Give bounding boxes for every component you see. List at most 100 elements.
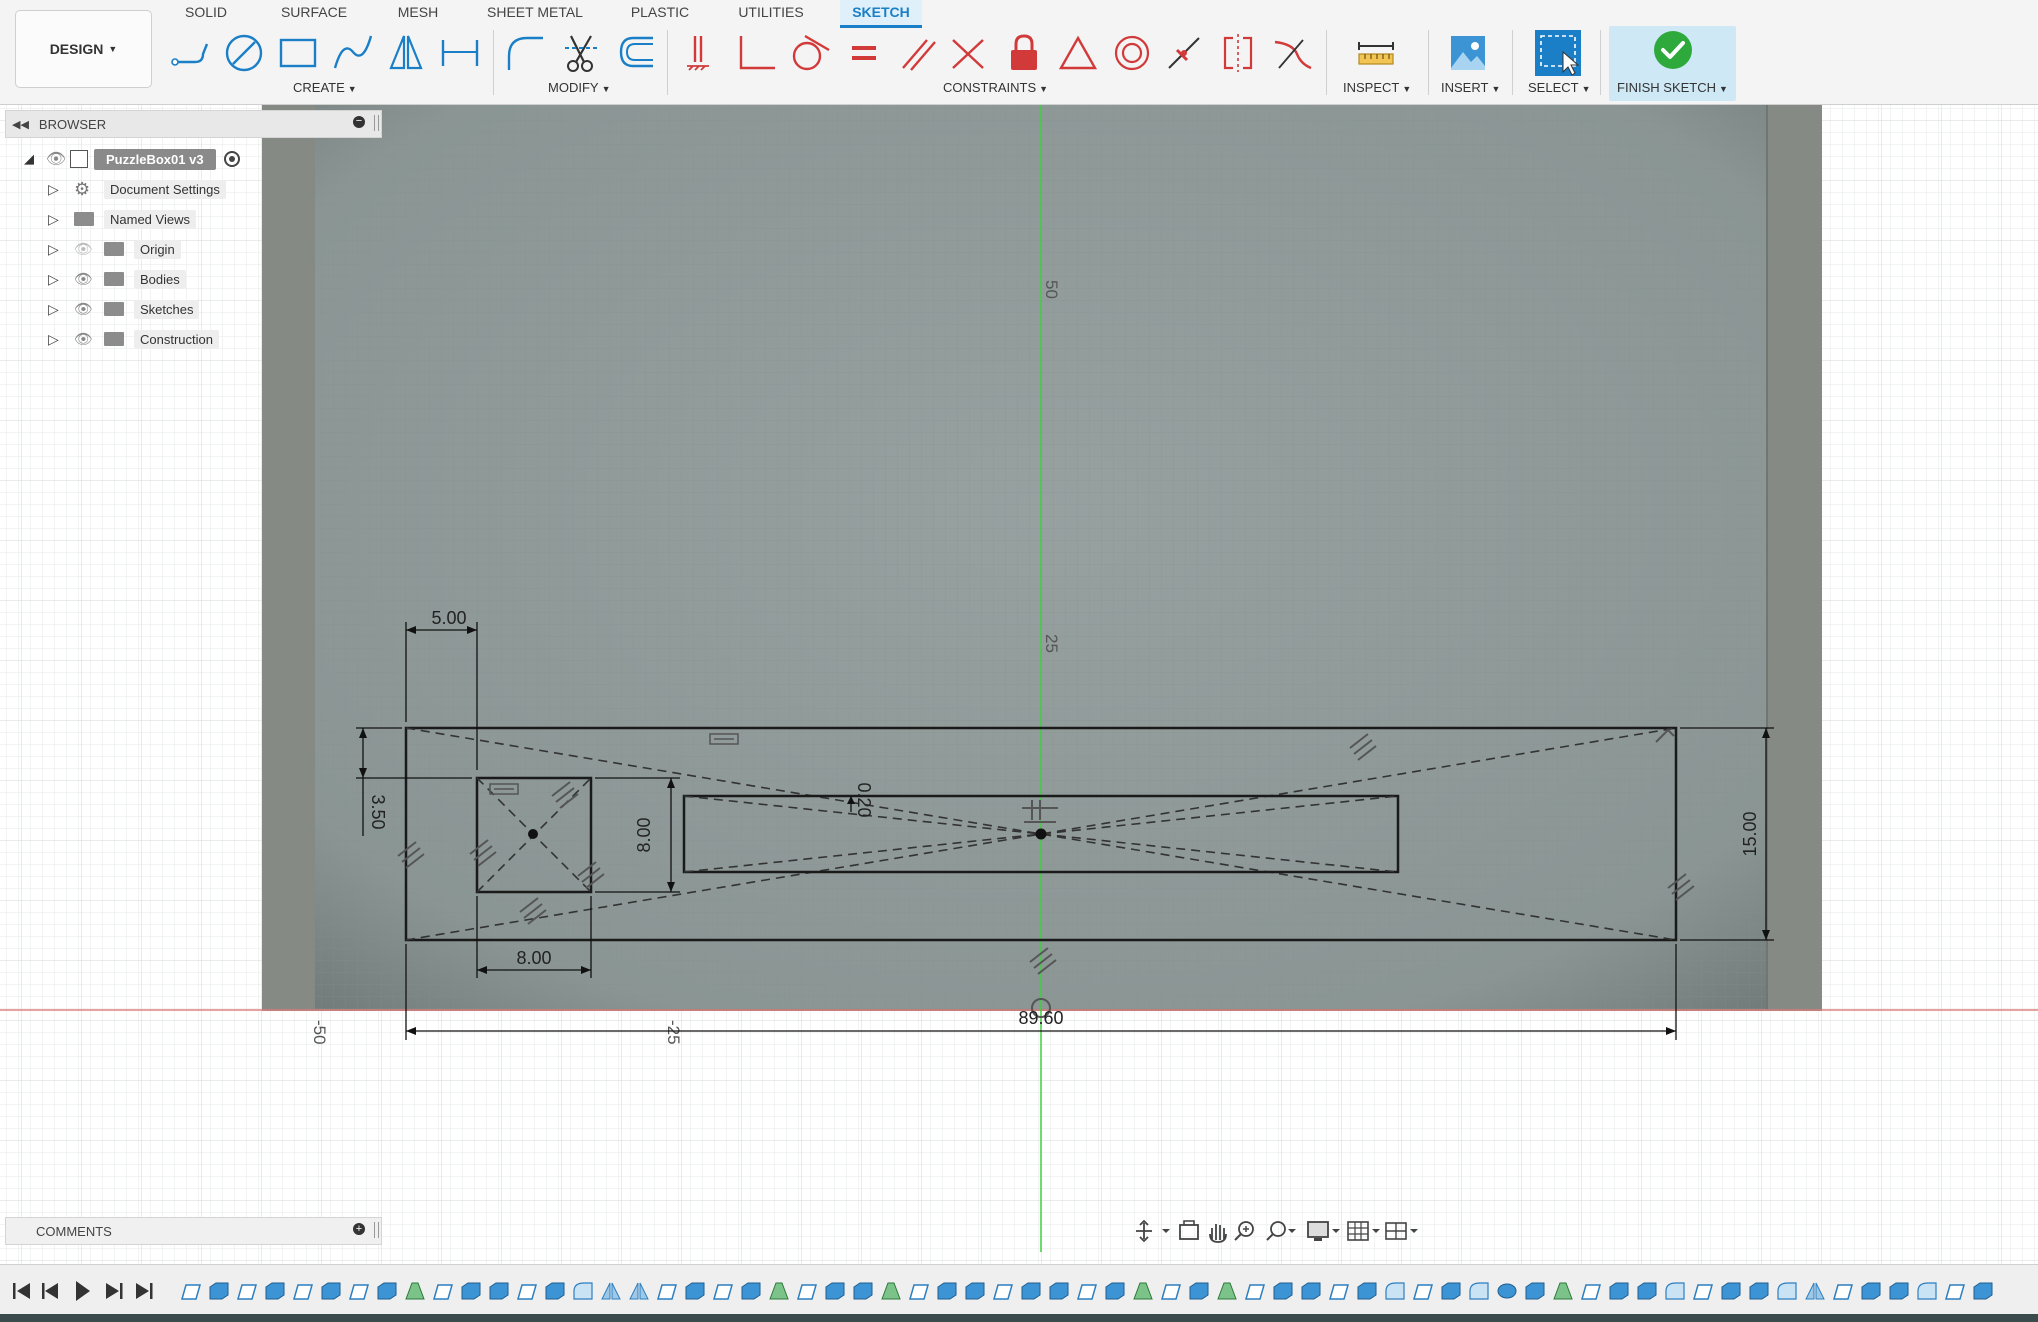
dimension-8-side-label[interactable]: 8.00: [634, 817, 654, 852]
panel-resize-handle[interactable]: [374, 1222, 379, 1238]
timeline-feature-extrude-icon[interactable]: [1889, 1282, 1909, 1300]
zoom-window-icon[interactable]: [1234, 1221, 1254, 1241]
timeline-feature-sketch-icon[interactable]: [1693, 1284, 1713, 1300]
insert-menu[interactable]: INSERT ▼: [1441, 80, 1500, 95]
timeline-feature-extrude-icon[interactable]: [937, 1282, 957, 1300]
activate-radio-icon[interactable]: [223, 151, 240, 167]
step-back-icon[interactable]: [42, 1283, 58, 1299]
eye-icon[interactable]: 👁: [74, 300, 104, 318]
tab-surface[interactable]: SURFACE: [278, 0, 350, 26]
root-component-label[interactable]: PuzzleBox01 v3: [94, 148, 216, 170]
modify-menu[interactable]: MODIFY ▼: [548, 80, 610, 95]
look-at-icon[interactable]: [1179, 1220, 1199, 1240]
line-icon[interactable]: [165, 28, 215, 78]
timeline-feature-extrude-icon[interactable]: [1637, 1282, 1657, 1300]
eye-icon[interactable]: 👁: [42, 149, 70, 169]
timeline-feature-sketch-icon[interactable]: [657, 1284, 677, 1300]
parallel-icon[interactable]: [893, 28, 943, 78]
timeline-feature-extrude-icon[interactable]: [965, 1282, 985, 1300]
workspace-switcher-button[interactable]: DESIGN ▼: [15, 10, 152, 88]
collapse-triangle-icon[interactable]: ◢: [24, 151, 42, 167]
timeline-feature-mirror-icon[interactable]: [629, 1282, 649, 1300]
display-settings-icon[interactable]: [1307, 1221, 1340, 1241]
timeline-feature-extrude-icon[interactable]: [1189, 1282, 1209, 1300]
timeline-feature-extrude-icon[interactable]: [853, 1282, 873, 1300]
dimension-icon[interactable]: [435, 28, 485, 78]
rectangle-icon[interactable]: [273, 28, 323, 78]
collapse-panel-icon[interactable]: ◀◀: [12, 118, 29, 131]
go-to-end-icon[interactable]: [136, 1283, 153, 1299]
timeline-feature-extrude-icon[interactable]: [1721, 1282, 1741, 1300]
lock-icon[interactable]: [999, 28, 1049, 78]
timeline-feature-sketch-icon[interactable]: [1077, 1284, 1097, 1300]
trim-icon[interactable]: [557, 28, 607, 78]
timeline-feature-fillet-icon[interactable]: [1917, 1282, 1937, 1300]
timeline-feature-extrude-icon[interactable]: [489, 1282, 509, 1300]
plus-icon[interactable]: +: [353, 1223, 365, 1235]
expand-triangle-icon[interactable]: ▷: [48, 301, 74, 318]
browser-panel-header[interactable]: ◀◀ BROWSER −: [5, 110, 382, 138]
timeline-feature-sketch-icon[interactable]: [349, 1284, 369, 1300]
finish-sketch-button[interactable]: FINISH SKETCH ▼: [1609, 26, 1736, 101]
insert-image-icon[interactable]: [1443, 28, 1493, 78]
browser-root[interactable]: ◢ 👁 PuzzleBox01 v3: [24, 146, 240, 172]
timeline-feature-sketch-icon[interactable]: [993, 1284, 1013, 1300]
timeline-feature-extrude-icon[interactable]: [1357, 1282, 1377, 1300]
dimension-3-5-label[interactable]: 3.50: [368, 794, 388, 829]
curvature-icon[interactable]: [1267, 28, 1317, 78]
square-center-point[interactable]: [528, 829, 538, 839]
timeline-feature-feature-icon[interactable]: [881, 1282, 901, 1300]
expand-triangle-icon[interactable]: ▷: [48, 241, 74, 258]
select-menu[interactable]: SELECT ▼: [1528, 80, 1591, 95]
timeline-feature-sketch-icon[interactable]: [1581, 1284, 1601, 1300]
tab-sketch[interactable]: SKETCH: [840, 0, 922, 28]
timeline-feature-sketch-icon[interactable]: [181, 1284, 201, 1300]
timeline-feature-shell-icon[interactable]: [1497, 1283, 1517, 1299]
expand-triangle-icon[interactable]: ▷: [48, 331, 74, 348]
timeline-feature-extrude-icon[interactable]: [265, 1282, 285, 1300]
measure-icon[interactable]: [1351, 28, 1401, 78]
constraints-menu[interactable]: CONSTRAINTS ▼: [943, 80, 1048, 95]
timeline-feature-extrude-icon[interactable]: [1441, 1282, 1461, 1300]
timeline-feature-extrude-icon[interactable]: [1609, 1282, 1629, 1300]
tab-plastic[interactable]: PLASTIC: [628, 0, 692, 26]
browser-item-document-settings[interactable]: ▷ ⚙ Document Settings: [48, 176, 226, 202]
tangent-icon[interactable]: [785, 28, 835, 78]
expand-triangle-icon[interactable]: ▷: [48, 211, 74, 228]
timeline-feature-extrude-icon[interactable]: [1049, 1282, 1069, 1300]
timeline-feature-extrude-icon[interactable]: [825, 1282, 845, 1300]
eye-hidden-icon[interactable]: 👁: [74, 240, 104, 258]
comments-panel-header[interactable]: COMMENTS +: [5, 1217, 382, 1245]
timeline-feature-sketch-icon[interactable]: [713, 1284, 733, 1300]
create-menu[interactable]: CREATE ▼: [293, 80, 357, 95]
timeline-feature-mirror-icon[interactable]: [601, 1282, 621, 1300]
timeline-feature-fillet-icon[interactable]: [573, 1282, 593, 1300]
timeline-feature-extrude-icon[interactable]: [1021, 1282, 1041, 1300]
timeline-feature-extrude-icon[interactable]: [1973, 1282, 1993, 1300]
timeline-feature-extrude-icon[interactable]: [1861, 1282, 1881, 1300]
timeline-features[interactable]: [181, 1282, 1993, 1300]
browser-item-sketches[interactable]: ▷ 👁 Sketches: [48, 296, 200, 322]
timeline-feature-extrude-icon[interactable]: [1273, 1282, 1293, 1300]
browser-item-bodies[interactable]: ▷ 👁 Bodies: [48, 266, 186, 292]
timeline-feature-fillet-icon[interactable]: [1385, 1282, 1405, 1300]
panel-resize-handle[interactable]: [374, 115, 379, 131]
browser-item-named-views[interactable]: ▷ Named Views: [48, 206, 196, 232]
midpoint-icon[interactable]: [1159, 28, 1209, 78]
eye-icon[interactable]: 👁: [74, 270, 104, 288]
timeline-feature-feature-icon[interactable]: [1553, 1282, 1573, 1300]
fillet-icon[interactable]: [501, 28, 551, 78]
expand-triangle-icon[interactable]: ▷: [48, 271, 74, 288]
timeline-feature-extrude-icon[interactable]: [461, 1282, 481, 1300]
viewports-icon[interactable]: [1385, 1222, 1418, 1240]
spline-icon[interactable]: [327, 28, 377, 78]
timeline-feature-feature-icon[interactable]: [769, 1282, 789, 1300]
timeline-feature-sketch-icon[interactable]: [1833, 1284, 1853, 1300]
dimension-15-label[interactable]: 15.00: [1740, 811, 1760, 856]
timeline-feature-sketch-icon[interactable]: [517, 1284, 537, 1300]
timeline-feature-extrude-icon[interactable]: [209, 1282, 229, 1300]
zoom-icon[interactable]: [1266, 1221, 1296, 1241]
timeline-feature-sketch-icon[interactable]: [237, 1284, 257, 1300]
select-icon[interactable]: [1533, 28, 1583, 78]
dimension-0-2-label[interactable]: 0.20: [854, 782, 874, 817]
